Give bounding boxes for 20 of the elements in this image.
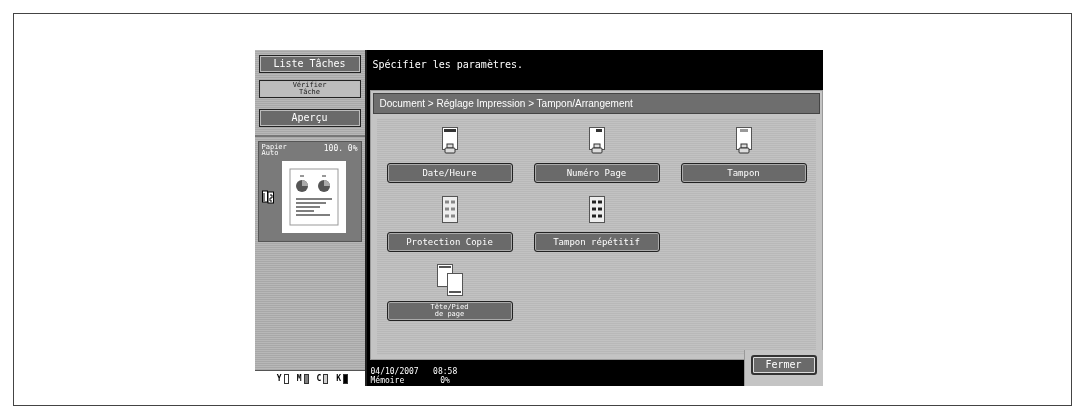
sidebar-button[interactable]: Liste Tâches bbox=[258, 55, 361, 73]
breadcrumb: Document > Réglage Impression > Tampon/Arrangement bbox=[372, 93, 820, 114]
option-button[interactable]: Tampon bbox=[680, 163, 807, 183]
header-footer-icon bbox=[436, 264, 463, 296]
zoom-value: 100. 0% bbox=[323, 144, 358, 155]
toner-label: K bbox=[336, 374, 342, 383]
toner-label: M bbox=[296, 374, 302, 383]
toner-label: Y bbox=[276, 374, 282, 383]
close-button[interactable]: Fermer bbox=[750, 354, 817, 375]
sidebar-button[interactable]: Aperçu bbox=[258, 109, 361, 127]
option-button[interactable]: Protection Copie bbox=[386, 232, 513, 252]
option-button[interactable]: Date/Heure bbox=[386, 163, 513, 183]
memory-value: 0% bbox=[440, 376, 450, 385]
memory-label: Mémoire bbox=[370, 376, 405, 385]
option-button[interactable]: Numéro Page bbox=[533, 163, 660, 183]
date-time: 04/10/2007 08:58 bbox=[370, 367, 458, 376]
page-order-icon bbox=[261, 189, 274, 204]
toner-label: C bbox=[316, 374, 322, 383]
instruction-message: Spécifier les paramètres. bbox=[372, 59, 523, 70]
option-button[interactable]: Tampon répétitif bbox=[533, 232, 660, 252]
